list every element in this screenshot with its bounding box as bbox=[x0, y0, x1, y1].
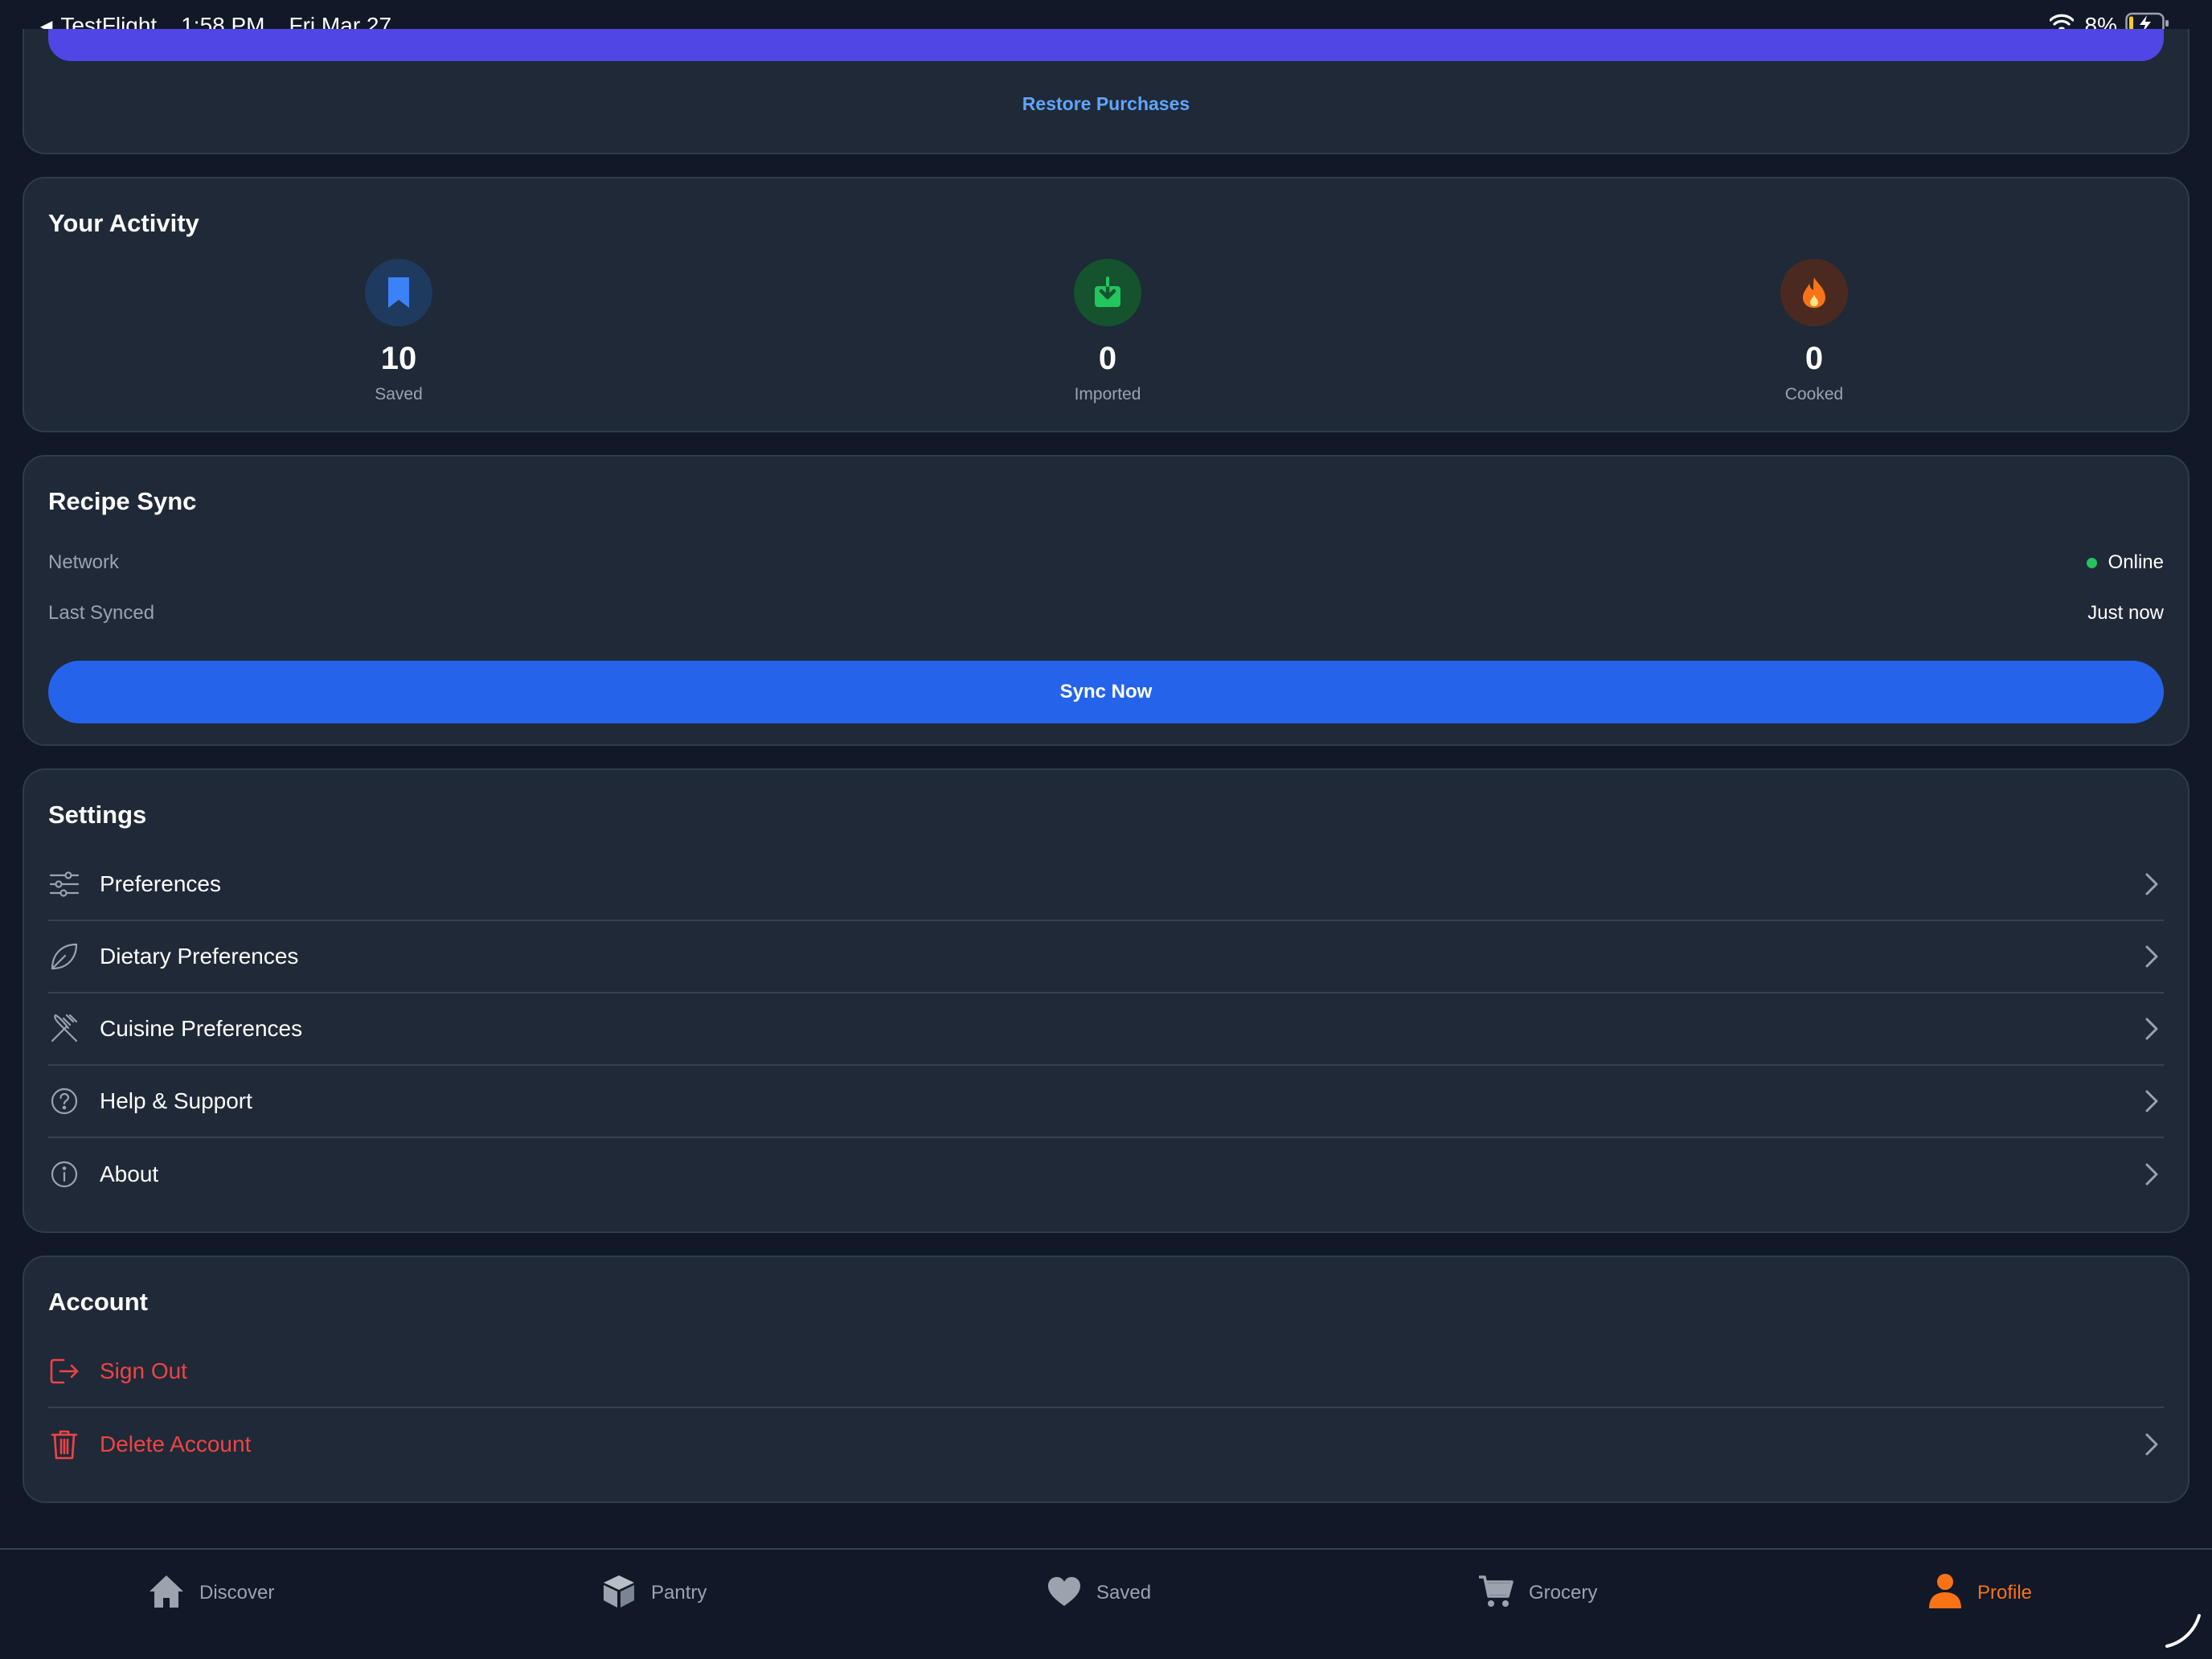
profile-screen: ◀ TestFlight 1:58 PM Fri Mar 27 8% Resto… bbox=[0, 0, 2212, 1659]
activity-card: Your Activity 10 Saved 0 Imported 0 Cook… bbox=[23, 177, 2189, 432]
subscription-card: Restore Purchases bbox=[23, 29, 2189, 154]
settings-card: Settings Preferences Dietary Preferences… bbox=[23, 768, 2189, 1233]
stat-imported: 0 Imported bbox=[987, 259, 1228, 404]
account-title: Account bbox=[48, 1288, 148, 1316]
delete-account-button[interactable]: Delete Account bbox=[48, 1408, 2164, 1481]
stat-label: Imported bbox=[1074, 385, 1141, 403]
tab-label: Saved bbox=[1096, 1582, 1152, 1604]
tab-label: Discover bbox=[199, 1582, 275, 1604]
tab-label: Profile bbox=[1977, 1582, 2033, 1604]
chevron-right-icon bbox=[2140, 944, 2164, 969]
settings-item-label: Preferences bbox=[100, 871, 221, 896]
stat-value: 0 bbox=[1804, 341, 1824, 376]
network-row: Network Online bbox=[48, 551, 2164, 580]
person-icon bbox=[1927, 1573, 1963, 1614]
help-circle-icon bbox=[48, 1085, 80, 1117]
settings-item-dietary[interactable]: Dietary Preferences bbox=[48, 921, 2164, 993]
home-indicator bbox=[2165, 1614, 2201, 1648]
settings-item-cuisine[interactable]: Cuisine Preferences bbox=[48, 993, 2164, 1066]
network-value: Online bbox=[2108, 551, 2164, 573]
settings-item-label: Dietary Preferences bbox=[100, 944, 299, 969]
online-status-dot bbox=[2086, 557, 2097, 568]
settings-item-label: Cuisine Preferences bbox=[100, 1016, 303, 1041]
upgrade-button[interactable] bbox=[48, 29, 2164, 61]
stat-label: Saved bbox=[375, 385, 423, 403]
stat-value: 10 bbox=[380, 341, 417, 376]
home-icon bbox=[148, 1574, 185, 1613]
settings-item-label: About bbox=[100, 1161, 159, 1186]
trash-icon bbox=[48, 1428, 80, 1460]
chevron-right-icon bbox=[2140, 1162, 2164, 1186]
heart-icon bbox=[1047, 1575, 1082, 1612]
import-icon bbox=[1074, 259, 1141, 326]
tab-discover[interactable]: Discover bbox=[148, 1571, 274, 1616]
chevron-right-icon bbox=[2140, 1432, 2164, 1456]
logout-icon bbox=[48, 1355, 80, 1387]
settings-item-help[interactable]: Help & Support bbox=[48, 1066, 2164, 1138]
tab-label: Grocery bbox=[1529, 1582, 1598, 1604]
tab-grocery[interactable]: Grocery bbox=[1477, 1571, 1597, 1616]
stat-saved: 10 Saved bbox=[278, 259, 519, 404]
sign-out-label: Sign Out bbox=[100, 1358, 187, 1383]
last-synced-label: Last Synced bbox=[48, 602, 155, 624]
chevron-right-icon bbox=[2140, 872, 2164, 896]
chevron-right-icon bbox=[2140, 1089, 2164, 1113]
chevron-right-icon bbox=[2140, 1017, 2164, 1041]
settings-title: Settings bbox=[48, 801, 147, 829]
cart-icon bbox=[1477, 1574, 1514, 1613]
last-synced-value: Just now bbox=[2087, 602, 2164, 624]
box-icon bbox=[601, 1574, 637, 1613]
activity-title: Your Activity bbox=[48, 209, 199, 237]
info-circle-icon bbox=[48, 1158, 80, 1190]
sign-out-button[interactable]: Sign Out bbox=[48, 1336, 2164, 1408]
stat-cooked: 0 Cooked bbox=[1694, 259, 1935, 404]
sync-now-button[interactable]: Sync Now bbox=[48, 661, 2164, 723]
tab-bar: Discover Pantry Saved Grocery Profile bbox=[0, 1548, 2212, 1659]
delete-account-label: Delete Account bbox=[100, 1432, 252, 1456]
tab-profile[interactable]: Profile bbox=[1927, 1571, 2032, 1616]
settings-item-preferences[interactable]: Preferences bbox=[48, 849, 2164, 921]
leaf-icon bbox=[48, 940, 80, 973]
network-label: Network bbox=[48, 551, 120, 573]
account-card: Account Sign Out Delete Account bbox=[23, 1256, 2189, 1503]
settings-item-about[interactable]: About bbox=[48, 1138, 2164, 1210]
bookmark-icon bbox=[365, 259, 432, 326]
settings-item-label: Help & Support bbox=[100, 1088, 252, 1113]
tab-pantry[interactable]: Pantry bbox=[601, 1571, 707, 1616]
stat-value: 0 bbox=[1098, 341, 1117, 376]
recipe-sync-card: Recipe Sync Network Online Last Synced J… bbox=[23, 455, 2189, 746]
tab-saved[interactable]: Saved bbox=[1047, 1571, 1151, 1616]
network-status: Online bbox=[2086, 551, 2164, 574]
flame-icon bbox=[1780, 259, 1848, 326]
sliders-icon bbox=[48, 868, 80, 900]
utensils-icon bbox=[48, 1013, 80, 1045]
stat-label: Cooked bbox=[1784, 385, 1844, 403]
restore-purchases-link[interactable]: Restore Purchases bbox=[24, 93, 2188, 115]
tab-label: Pantry bbox=[651, 1582, 707, 1604]
sync-title: Recipe Sync bbox=[48, 487, 197, 515]
last-synced-row: Last Synced Just now bbox=[48, 602, 2164, 631]
